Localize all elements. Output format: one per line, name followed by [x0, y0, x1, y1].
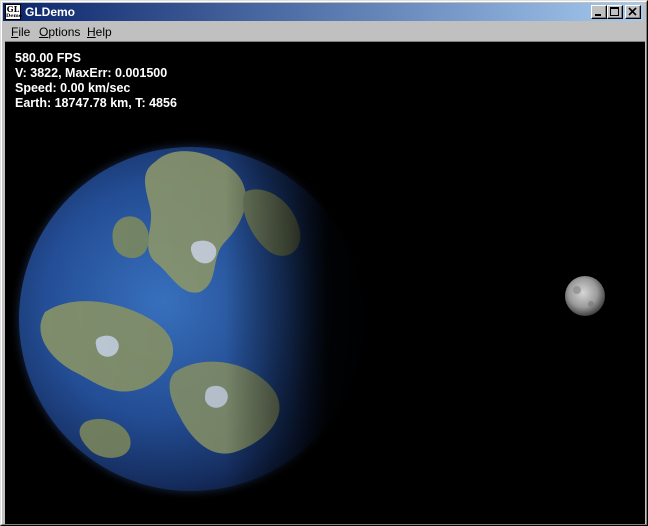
menu-options[interactable]: Options — [39, 25, 80, 39]
space-scene — [5, 132, 605, 512]
hud-fps: 580.00 FPS — [15, 51, 82, 65]
hud-overlay: 580.00 FPS V: 3822, MaxErr: 0.001500 Spe… — [15, 51, 177, 111]
app-icon-text-top: GL — [6, 4, 20, 14]
maximize-button[interactable] — [607, 5, 623, 19]
moon — [565, 276, 605, 316]
menu-help[interactable]: Help — [87, 25, 112, 39]
menu-help-label: elp — [95, 25, 112, 39]
hud-vertices: V: 3822, MaxErr: 0.001500 — [15, 66, 168, 80]
menu-options-mnemonic: O — [39, 25, 49, 39]
minimize-icon — [595, 14, 601, 16]
app-icon[interactable]: GL Demo — [5, 4, 23, 20]
maximize-icon — [610, 7, 619, 16]
window-title: GLDemo — [25, 5, 76, 19]
close-button[interactable] — [625, 5, 641, 19]
menu-help-mnemonic: H — [87, 25, 96, 39]
moon-crater-b — [588, 301, 594, 307]
minimize-button[interactable] — [591, 5, 607, 19]
hud-speed: Speed: 0.00 km/sec — [15, 81, 131, 95]
title-bar[interactable]: GL Demo GLDemo — [3, 3, 643, 21]
moon-crater-a — [573, 286, 581, 294]
hud-earth: Earth: 18747.78 km, T: 4856 — [15, 96, 177, 110]
app-window: GL Demo GLDemo File Options Help 580.00 … — [0, 0, 648, 526]
gl-viewport[interactable]: 580.00 FPS V: 3822, MaxErr: 0.001500 Spe… — [5, 41, 645, 524]
terminator-shadow — [5, 132, 385, 512]
menu-bar: File Options Help — [3, 22, 643, 41]
close-icon — [628, 7, 637, 16]
menu-file[interactable]: File — [11, 25, 30, 39]
menu-options-label: ptions — [48, 25, 81, 39]
app-icon-text-bottom: Demo — [6, 13, 23, 19]
menu-file-label: ile — [18, 25, 31, 39]
